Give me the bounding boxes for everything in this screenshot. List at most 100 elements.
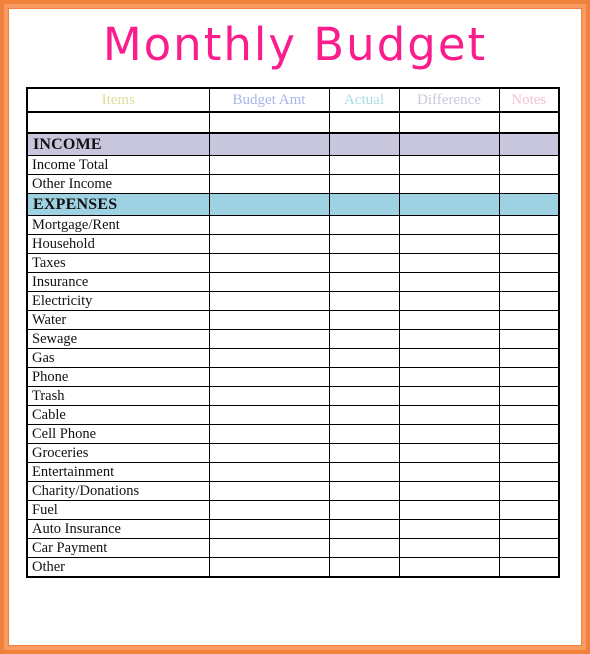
cell-diff[interactable] bbox=[399, 443, 500, 463]
table-row: Phone bbox=[27, 367, 559, 387]
cell-actual[interactable] bbox=[329, 500, 400, 520]
cell-actual[interactable] bbox=[329, 367, 400, 387]
cell-actual[interactable] bbox=[329, 329, 400, 349]
cell-actual[interactable] bbox=[329, 348, 400, 368]
cell-diff[interactable] bbox=[399, 329, 500, 349]
cell-notes[interactable] bbox=[499, 519, 559, 539]
cell-notes[interactable] bbox=[499, 462, 559, 482]
cell-diff[interactable] bbox=[399, 155, 500, 175]
cell-budget[interactable] bbox=[209, 519, 330, 539]
cell-diff[interactable] bbox=[399, 386, 500, 406]
cell-notes[interactable] bbox=[499, 558, 559, 578]
cell-diff[interactable] bbox=[399, 174, 500, 194]
cell-diff[interactable] bbox=[399, 538, 500, 558]
spacer-cell-items[interactable] bbox=[27, 112, 210, 134]
cell-notes[interactable] bbox=[499, 234, 559, 254]
cell-notes[interactable] bbox=[499, 538, 559, 558]
cell-actual[interactable] bbox=[329, 443, 400, 463]
cell-actual[interactable] bbox=[329, 310, 400, 330]
cell-diff[interactable] bbox=[399, 215, 500, 235]
cell-diff[interactable] bbox=[399, 367, 500, 387]
row-label: Water bbox=[27, 310, 210, 330]
cell-notes[interactable] bbox=[499, 481, 559, 501]
cell-notes[interactable] bbox=[499, 174, 559, 194]
cell-diff[interactable] bbox=[399, 462, 500, 482]
cell-notes[interactable] bbox=[499, 443, 559, 463]
table-row: Sewage bbox=[27, 329, 559, 349]
cell-diff[interactable] bbox=[399, 291, 500, 311]
cell-notes[interactable] bbox=[499, 155, 559, 175]
cell-notes[interactable] bbox=[499, 348, 559, 368]
spacer-cell-diff[interactable] bbox=[399, 112, 500, 134]
cell-notes[interactable] bbox=[499, 329, 559, 349]
cell-actual[interactable] bbox=[329, 272, 400, 292]
cell-budget[interactable] bbox=[209, 500, 330, 520]
cell-actual[interactable] bbox=[329, 557, 400, 577]
cell-budget[interactable] bbox=[209, 310, 330, 330]
cell-actual[interactable] bbox=[329, 215, 400, 235]
cell-actual[interactable] bbox=[329, 538, 400, 558]
cell-actual[interactable] bbox=[329, 155, 400, 175]
cell-diff[interactable] bbox=[399, 272, 500, 292]
cell-diff[interactable] bbox=[399, 519, 500, 539]
cell-actual[interactable] bbox=[329, 291, 400, 311]
cell-budget[interactable] bbox=[209, 481, 330, 501]
cell-budget[interactable] bbox=[209, 215, 330, 235]
cell-actual[interactable] bbox=[329, 481, 400, 501]
cell-notes[interactable] bbox=[499, 500, 559, 520]
cell-actual[interactable] bbox=[329, 405, 400, 425]
cell-budget[interactable] bbox=[209, 538, 330, 558]
cell-actual[interactable] bbox=[329, 386, 400, 406]
cell-budget[interactable] bbox=[209, 386, 330, 406]
section-title-expenses: EXPENSES bbox=[27, 193, 210, 216]
cell-notes[interactable] bbox=[499, 405, 559, 425]
cell-budget[interactable] bbox=[209, 234, 330, 254]
cell-budget[interactable] bbox=[209, 443, 330, 463]
cell-diff[interactable] bbox=[399, 424, 500, 444]
section-banner-cell-notes bbox=[499, 193, 559, 216]
cell-diff[interactable] bbox=[399, 253, 500, 273]
cell-budget[interactable] bbox=[209, 348, 330, 368]
cell-notes[interactable] bbox=[499, 386, 559, 406]
cell-diff[interactable] bbox=[399, 234, 500, 254]
section-banner-cell-budget bbox=[209, 193, 330, 216]
cell-notes[interactable] bbox=[499, 291, 559, 311]
cell-actual[interactable] bbox=[329, 519, 400, 539]
cell-budget[interactable] bbox=[209, 155, 330, 175]
cell-diff[interactable] bbox=[399, 500, 500, 520]
cell-budget[interactable] bbox=[209, 291, 330, 311]
table-row: Gas bbox=[27, 348, 559, 368]
cell-notes[interactable] bbox=[499, 215, 559, 235]
cell-budget[interactable] bbox=[209, 253, 330, 273]
cell-budget[interactable] bbox=[209, 557, 330, 577]
spacer-cell-actual[interactable] bbox=[329, 112, 400, 134]
cell-actual[interactable] bbox=[329, 462, 400, 482]
cell-notes[interactable] bbox=[499, 272, 559, 292]
section-banner-cell-diff bbox=[399, 133, 500, 156]
cell-diff[interactable] bbox=[399, 310, 500, 330]
cell-actual[interactable] bbox=[329, 424, 400, 444]
cell-budget[interactable] bbox=[209, 367, 330, 387]
cell-budget[interactable] bbox=[209, 174, 330, 194]
cell-actual[interactable] bbox=[329, 174, 400, 194]
cell-budget[interactable] bbox=[209, 329, 330, 349]
cell-actual[interactable] bbox=[329, 234, 400, 254]
cell-notes[interactable] bbox=[499, 367, 559, 387]
cell-notes[interactable] bbox=[499, 424, 559, 444]
cell-diff[interactable] bbox=[399, 405, 500, 425]
cell-diff[interactable] bbox=[399, 557, 500, 577]
cell-budget[interactable] bbox=[209, 462, 330, 482]
row-label: Auto Insurance bbox=[27, 519, 210, 539]
cell-budget[interactable] bbox=[209, 424, 330, 444]
section-banner-cell-actual bbox=[329, 193, 400, 216]
cell-notes[interactable] bbox=[499, 310, 559, 330]
section-banner-cell-actual bbox=[329, 133, 400, 156]
spacer-cell-budget[interactable] bbox=[209, 112, 330, 134]
cell-actual[interactable] bbox=[329, 253, 400, 273]
cell-diff[interactable] bbox=[399, 348, 500, 368]
spacer-cell-notes[interactable] bbox=[499, 112, 559, 134]
cell-diff[interactable] bbox=[399, 481, 500, 501]
cell-notes[interactable] bbox=[499, 253, 559, 273]
cell-budget[interactable] bbox=[209, 272, 330, 292]
cell-budget[interactable] bbox=[209, 405, 330, 425]
